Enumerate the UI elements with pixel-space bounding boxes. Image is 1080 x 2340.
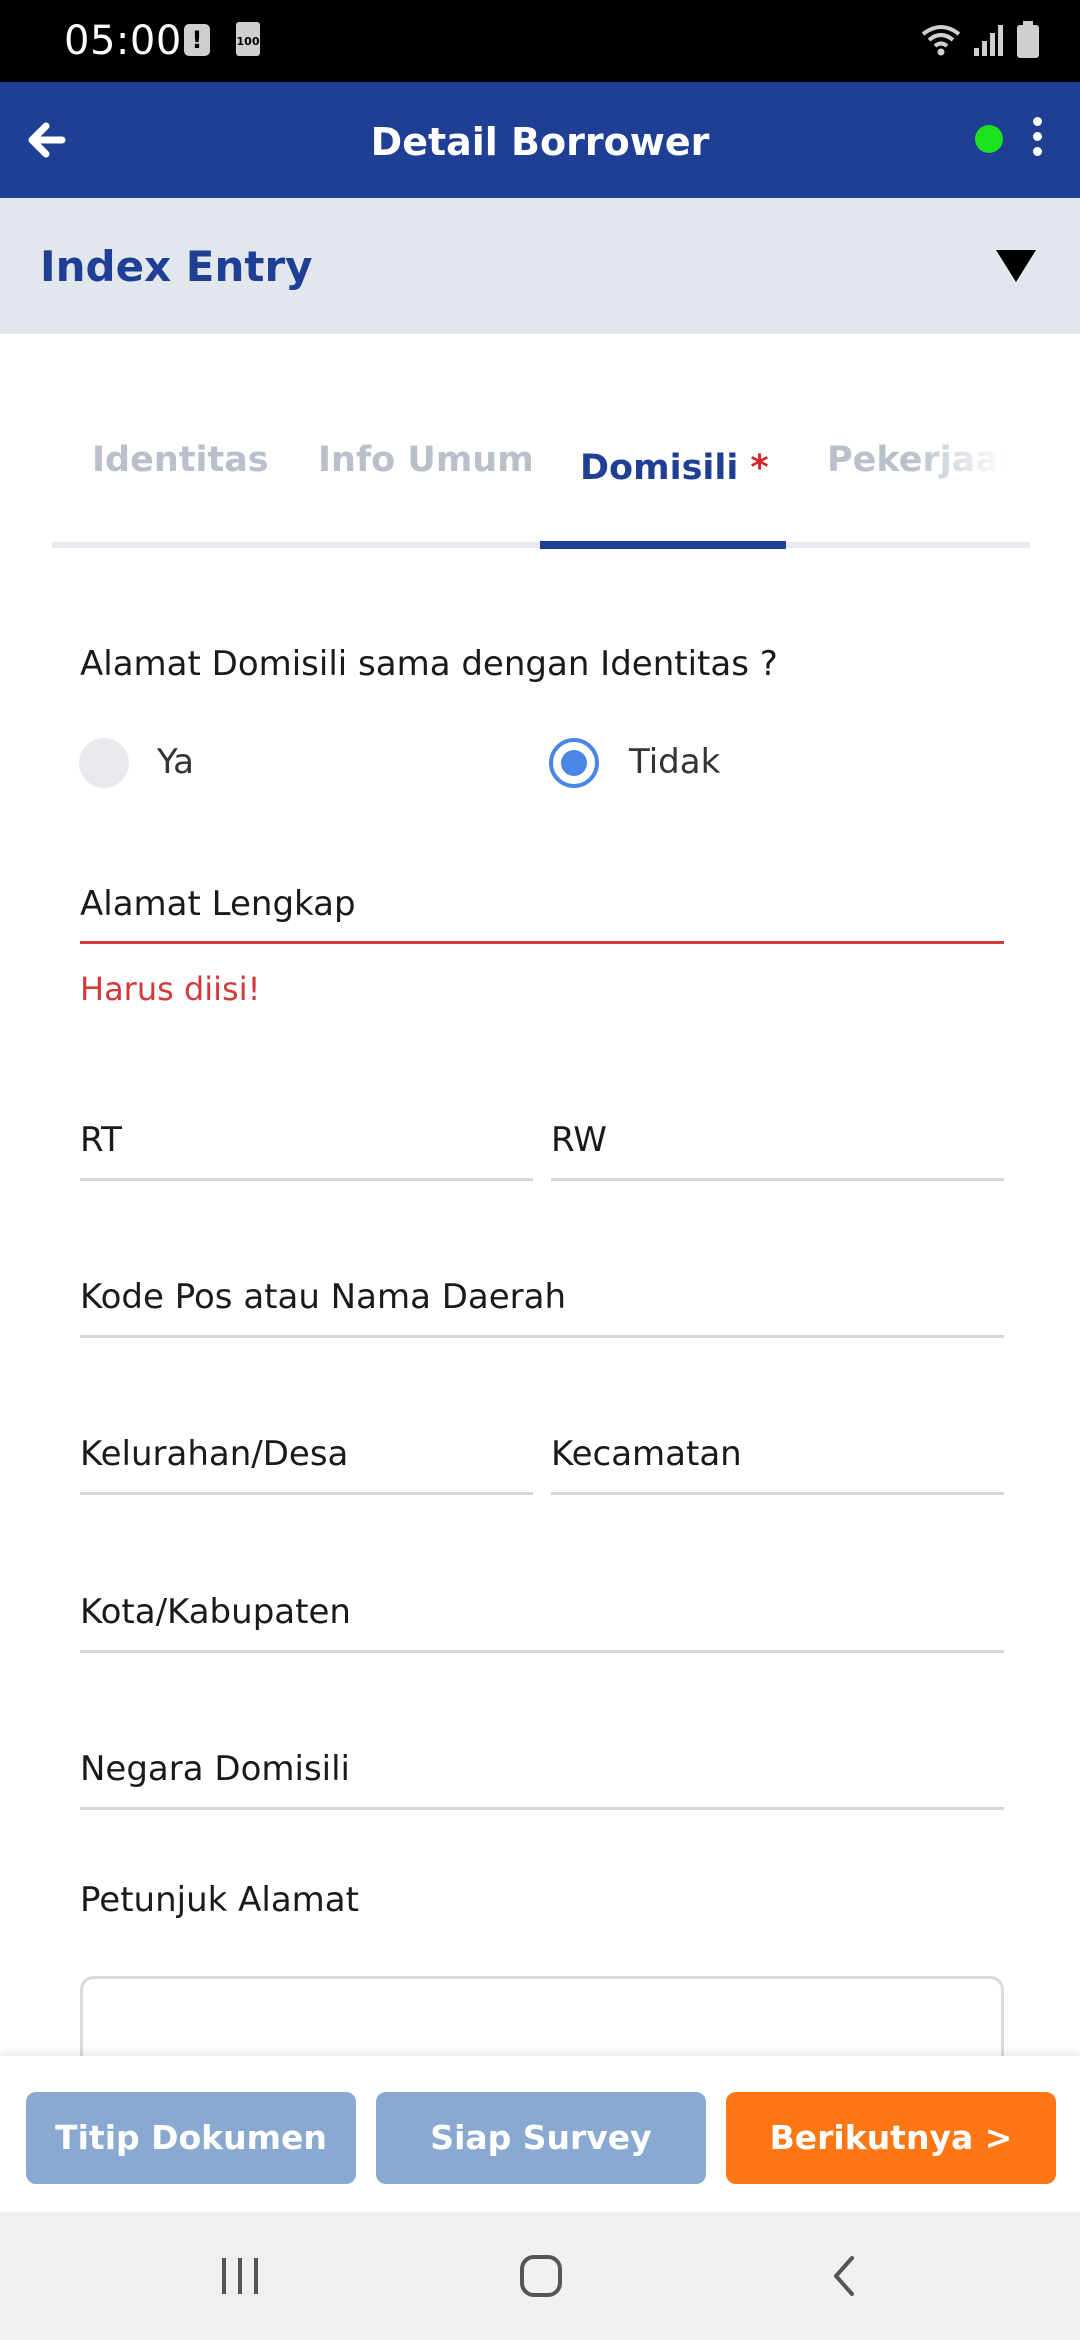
kelurahan-field[interactable]: Kelurahan/Desa	[80, 1434, 348, 1474]
active-tab-indicator	[540, 541, 786, 549]
kode-pos-underline	[80, 1335, 1004, 1338]
index-entry-dropdown[interactable]: Index Entry	[0, 198, 1080, 334]
battery-icon	[1017, 21, 1039, 58]
negara-field[interactable]: Negara Domisili	[80, 1749, 350, 1789]
radio-ya[interactable]	[79, 738, 129, 788]
negara-underline	[80, 1807, 1004, 1810]
berikutnya-button[interactable]: Berikutnya >	[726, 2092, 1056, 2184]
more-vertical-icon[interactable]	[1030, 117, 1044, 161]
online-status-dot	[975, 125, 1003, 153]
rw-underline	[551, 1178, 1004, 1181]
siap-survey-button[interactable]: Siap Survey	[376, 2092, 706, 2184]
tab-identitas[interactable]: Identitas	[92, 440, 269, 480]
wifi-icon	[921, 25, 961, 56]
page-title: Detail Borrower	[370, 120, 710, 164]
rw-field[interactable]: RW	[551, 1120, 607, 1160]
radio-tidak[interactable]	[549, 738, 599, 788]
titip-dokumen-button[interactable]: Titip Dokumen	[26, 2092, 356, 2184]
kecamatan-underline	[551, 1492, 1004, 1495]
required-mark: *	[750, 448, 769, 488]
petunjuk-alamat-label: Petunjuk Alamat	[80, 1880, 359, 1920]
status-bar: 05:00 ! 100	[0, 0, 1080, 82]
alamat-lengkap-field[interactable]: Alamat Lengkap	[80, 884, 356, 924]
same-address-question: Alamat Domisili sama dengan Identitas ?	[80, 644, 778, 684]
radio-tidak-label[interactable]: Tidak	[629, 742, 720, 782]
tab-underline	[52, 541, 1030, 549]
battery-saver-icon: 100	[236, 22, 260, 56]
bottom-action-bar: Titip Dokumen Siap Survey Berikutnya >	[0, 2056, 1080, 2212]
alamat-lengkap-error: Harus diisi!	[80, 970, 261, 1008]
signal-icon	[974, 25, 1003, 56]
tab-info-umum[interactable]: Info Umum	[318, 440, 534, 480]
rt-underline	[80, 1178, 533, 1181]
back-icon[interactable]	[826, 2254, 862, 2298]
kota-underline	[80, 1650, 1004, 1653]
index-entry-label: Index Entry	[40, 242, 313, 291]
rt-field[interactable]: RT	[80, 1120, 122, 1160]
kecamatan-field[interactable]: Kecamatan	[551, 1434, 742, 1474]
tab-bar: Identitas Info Umum Domisili* Pekerjaan	[52, 430, 1030, 552]
status-time: 05:00	[64, 18, 182, 64]
caret-down-icon	[996, 250, 1036, 282]
app-bar: Detail Borrower	[0, 82, 1080, 198]
tab-domisili[interactable]: Domisili *	[580, 448, 769, 488]
radio-ya-label[interactable]: Ya	[157, 742, 194, 782]
home-icon[interactable]	[518, 2254, 564, 2298]
tab-fade-overlay	[910, 430, 1030, 530]
exclamation-icon: !	[184, 24, 210, 56]
kode-pos-field[interactable]: Kode Pos atau Nama Daerah	[80, 1277, 566, 1317]
alamat-lengkap-underline	[80, 941, 1004, 944]
status-icons	[920, 20, 1040, 60]
recent-apps-icon[interactable]	[218, 2256, 262, 2296]
kelurahan-underline	[80, 1492, 533, 1495]
kota-field[interactable]: Kota/Kabupaten	[80, 1592, 351, 1632]
system-nav-bar	[0, 2212, 1080, 2340]
